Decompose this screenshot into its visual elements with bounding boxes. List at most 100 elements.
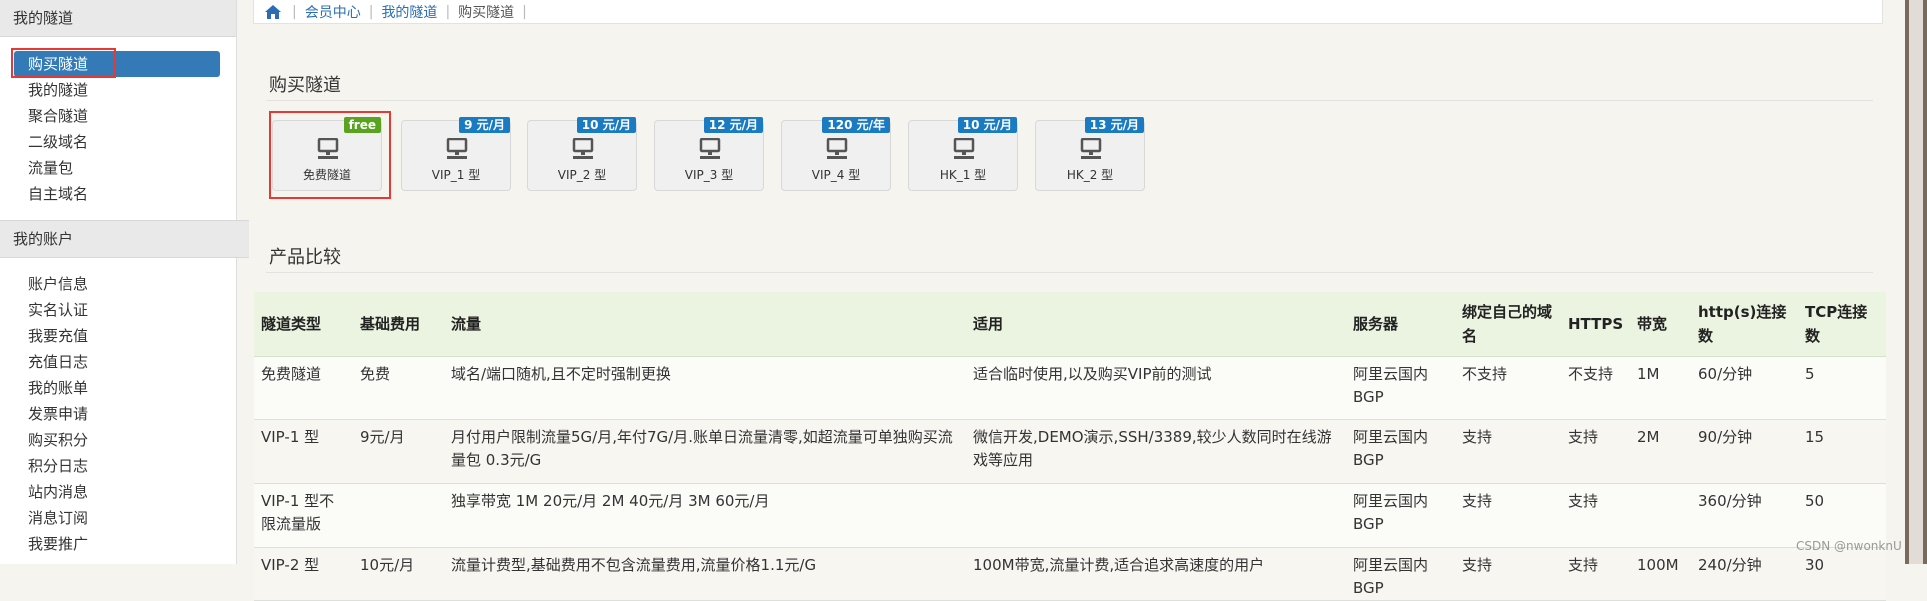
table-cell: 阿里云国内BGP: [1346, 356, 1455, 420]
tunnel-card-hk2[interactable]: 13 元/月 HK_2 型: [1035, 117, 1145, 191]
table-cell: 10元/月: [353, 547, 444, 601]
table-cell: [353, 483, 444, 548]
price-badge: 10 元/月: [957, 117, 1017, 133]
table-cell: VIP-1 型: [254, 419, 353, 484]
breadcrumb-separator: |: [445, 3, 451, 20]
table-cell: [1630, 483, 1691, 548]
table-cell: VIP-1 型不限流量版: [254, 483, 353, 548]
sidebar-item-messages[interactable]: 站内消息: [0, 479, 236, 505]
breadcrumb-buy-tunnel: 购买隧道: [458, 4, 515, 21]
column-header: HTTPS: [1561, 292, 1630, 357]
tunnel-card-label: VIP_2 型: [557, 168, 607, 182]
sidebar-item-account-info[interactable]: 账户信息: [0, 271, 236, 297]
table-cell: VIP-2 型: [254, 547, 353, 601]
table-cell: 360/分钟: [1691, 483, 1798, 548]
tunnel-card-label: VIP_3 型: [684, 168, 734, 182]
table-cell: [966, 483, 1346, 548]
section-divider: [266, 100, 1873, 101]
table-cell: 流量计费型,基础费用不包含流量费用,流量价格1.1元/G: [444, 547, 966, 601]
table-cell: 阿里云国内BGP: [1346, 483, 1455, 548]
tunnel-card-label: VIP_4 型: [811, 168, 861, 182]
table-cell: 90/分钟: [1691, 419, 1798, 484]
sidebar-item-buy-points[interactable]: 购买积分: [0, 427, 236, 453]
section-title-compare: 产品比较: [269, 247, 341, 268]
table-cell: 不支持: [1455, 356, 1561, 420]
price-badge: 13 元/月: [1084, 117, 1144, 133]
breadcrumb-my-tunnels[interactable]: 我的隧道: [381, 2, 437, 22]
sidebar-item-my-tunnels[interactable]: 我的隧道: [0, 77, 236, 103]
sidebar-item-custom-domains[interactable]: 自主域名: [0, 181, 236, 207]
scrollbar-track[interactable]: [1909, 0, 1923, 564]
table-cell: 240/分钟: [1691, 547, 1798, 601]
table-row: VIP-2 型 10元/月 流量计费型,基础费用不包含流量费用,流量价格1.1元…: [254, 547, 1886, 601]
column-header: 服务器: [1346, 292, 1455, 357]
table-cell: 100M带宽,流量计费,适合追求高速度的用户: [966, 547, 1346, 601]
table-cell: 支持: [1561, 419, 1630, 484]
table-cell: 微信开发,DEMO演示,SSH/3389,较少人数同时在线游戏等应用: [966, 419, 1346, 484]
column-header: 隧道类型: [254, 292, 353, 357]
table-cell: 独享带宽 1M 20元/月 2M 40元/月 3M 60元/月: [444, 483, 966, 548]
tunnel-card-hk1[interactable]: 10 元/月 HK_1 型: [908, 117, 1018, 191]
sidebar-item-referral[interactable]: 我要推广: [0, 531, 236, 557]
sidebar-item-subdomains[interactable]: 二级域名: [0, 129, 236, 155]
sidebar-item-points-log[interactable]: 积分日志: [0, 453, 236, 479]
breadcrumb-separator: |: [368, 3, 374, 20]
table-cell: 阿里云国内BGP: [1346, 419, 1455, 484]
tunnel-card-vip2[interactable]: 10 元/月 VIP_2 型: [527, 117, 637, 191]
tunnel-card-label: VIP_1 型: [431, 168, 481, 182]
column-header: TCP连接数: [1798, 292, 1886, 357]
table-cell: 100M: [1630, 547, 1691, 601]
table-cell: 适合临时使用,以及购买VIP前的测试: [966, 356, 1346, 420]
sidebar: 我的隧道 购买隧道 我的隧道 聚合隧道 二级域名 流量包 自主域名 我的账户 账…: [0, 0, 249, 564]
sidebar-item-invoice[interactable]: 发票申请: [0, 401, 236, 427]
table-row: VIP-1 型 9元/月 月付用户限制流量5G/月,年付7G/月.账单日流量清零…: [254, 419, 1886, 484]
table-cell: 50: [1798, 483, 1886, 548]
tunnel-card-label: HK_1 型: [939, 168, 987, 182]
scrollbar[interactable]: [1905, 0, 1927, 564]
table-cell: 15: [1798, 419, 1886, 484]
table-cell: 9元/月: [353, 419, 444, 484]
table-cell: 免费: [353, 356, 444, 420]
breadcrumb: | 会员中心 | 我的隧道 | 购买隧道 |: [253, 0, 1883, 24]
sidebar-section-title: 我的账户: [0, 220, 249, 258]
table-cell: 支持: [1455, 483, 1561, 548]
table-cell: 支持: [1561, 547, 1630, 601]
tunnel-card-vip4[interactable]: 120 元/年 VIP_4 型: [781, 117, 891, 191]
column-header: 绑定自己的域名: [1455, 292, 1561, 357]
price-badge: 9 元/月: [459, 117, 510, 133]
home-icon[interactable]: [264, 4, 282, 20]
tunnel-card-vip1[interactable]: 9 元/月 VIP_1 型: [401, 117, 511, 191]
price-badge: 120 元/年: [822, 117, 890, 133]
table-cell: 2M: [1630, 419, 1691, 484]
sidebar-item-traffic-packs[interactable]: 流量包: [0, 155, 236, 181]
sidebar-item-subscriptions[interactable]: 消息订阅: [0, 505, 236, 531]
sidebar-item-verification[interactable]: 实名认证: [0, 297, 236, 323]
price-badge: 12 元/月: [703, 117, 763, 133]
breadcrumb-member-center[interactable]: 会员中心: [305, 2, 361, 22]
column-header: 带宽: [1630, 292, 1691, 357]
price-badge: 10 元/月: [576, 117, 636, 133]
sidebar-item-recharge[interactable]: 我要充值: [0, 323, 236, 349]
sidebar-menu-account: 账户信息 实名认证 我要充值 充值日志 我的账单 发票申请 购买积分 积分日志 …: [0, 271, 236, 557]
table-row: 免费隧道 免费 域名/端口随机,且不定时强制更换 适合临时使用,以及购买VIP前…: [254, 356, 1886, 420]
network-icon: [826, 138, 848, 159]
network-icon: [572, 138, 594, 159]
highlight-box: [269, 111, 391, 199]
network-icon: [699, 138, 721, 159]
sidebar-item-aggregate-tunnels[interactable]: 聚合隧道: [0, 103, 236, 129]
table-cell: 60/分钟: [1691, 356, 1798, 420]
section-divider: [266, 272, 1873, 273]
sidebar-item-recharge-log[interactable]: 充值日志: [0, 349, 236, 375]
table-cell: 支持: [1561, 483, 1630, 548]
table-cell: 5: [1798, 356, 1886, 420]
tunnel-card-vip3[interactable]: 12 元/月 VIP_3 型: [654, 117, 764, 191]
sidebar-item-my-bills[interactable]: 我的账单: [0, 375, 236, 401]
column-header: 基础费用: [353, 292, 444, 357]
table-cell: 1M: [1630, 356, 1691, 420]
table-cell: 支持: [1455, 419, 1561, 484]
table-cell: 免费隧道: [254, 356, 353, 420]
comparison-table: 隧道类型 基础费用 流量 适用 服务器 绑定自己的域名 HTTPS 带宽 htt…: [254, 292, 1886, 601]
breadcrumb-separator: |: [522, 3, 527, 20]
table-cell: 域名/端口随机,且不定时强制更换: [444, 356, 966, 420]
tunnel-card-label: HK_2 型: [1066, 168, 1114, 182]
